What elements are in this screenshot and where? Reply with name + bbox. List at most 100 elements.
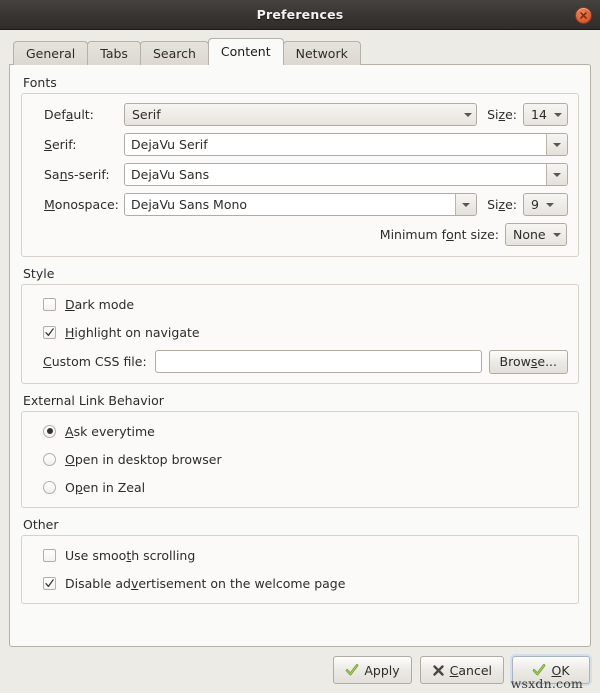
chevron-down-icon	[553, 143, 561, 147]
default-font-value: Serif	[132, 107, 464, 122]
tab-search[interactable]: Search	[140, 41, 209, 65]
minimum-font-size-row: Minimum font size: None	[32, 222, 568, 247]
apply-button-label: Apply	[364, 663, 399, 678]
chevron-down-icon	[546, 203, 554, 207]
content-tab-panel: Fonts Default: Serif Size: 14	[9, 64, 591, 647]
monospace-size-label: Size:	[487, 197, 517, 212]
external-link-behavior-group: External Link Behavior Ask everytime Ope…	[21, 393, 579, 508]
other-group-frame: Use smooth scrolling Disable advertiseme…	[21, 535, 579, 604]
radio-ask-everytime-row[interactable]: Ask everytime	[32, 420, 568, 442]
tab-tabs[interactable]: Tabs	[87, 41, 141, 65]
highlight-on-navigate-label: Highlight on navigate	[65, 325, 200, 340]
close-glyph	[579, 11, 588, 20]
mnemonic: O	[65, 452, 75, 467]
disable-advertisement-label: Disable advertisement on the welcome pag…	[65, 576, 345, 591]
monospace-font-row: Monospace: DejaVu Sans Mono Size: 9	[32, 192, 568, 217]
monospace-size-value: 9	[531, 197, 539, 212]
mnemonic: n	[60, 167, 68, 182]
radio-ask-everytime[interactable]	[43, 425, 56, 438]
serif-font-dropdown-button[interactable]	[546, 134, 567, 155]
other-group: Other Use smooth scrolling Disable adver…	[21, 517, 579, 604]
sans-serif-font-value[interactable]: DejaVu Sans	[125, 164, 546, 185]
tab-content[interactable]: Content	[208, 38, 284, 65]
monospace-font-label: Monospace:	[32, 197, 124, 212]
default-font-row: Default: Serif Size: 14	[32, 102, 568, 127]
mnemonic: M	[44, 197, 55, 212]
window-title: Preferences	[257, 7, 344, 22]
external-link-group-title: External Link Behavior	[23, 393, 579, 408]
sans-serif-font-combo[interactable]: DejaVu Sans	[124, 163, 568, 186]
disable-advertisement-checkbox[interactable]	[43, 577, 56, 590]
default-font-label: Default:	[32, 107, 124, 122]
dialog-button-bar: Apply Cancel OK wsxdn.com	[0, 647, 600, 693]
smooth-scrolling-row[interactable]: Use smooth scrolling	[32, 544, 568, 566]
monospace-font-dropdown-button[interactable]	[455, 194, 476, 215]
dark-mode-row[interactable]: Dark mode	[32, 293, 568, 315]
watermark: wsxdn.com	[511, 676, 583, 691]
chevron-down-icon	[553, 233, 561, 237]
apply-button[interactable]: Apply	[333, 656, 411, 684]
mnemonic: p	[75, 480, 83, 495]
mnemonic: D	[65, 297, 75, 312]
custom-css-label: Custom CSS file:	[43, 354, 147, 369]
check-icon	[532, 663, 546, 677]
close-icon[interactable]	[575, 7, 592, 24]
mnemonic: H	[65, 325, 74, 340]
smooth-scrolling-checkbox[interactable]	[43, 549, 56, 562]
external-link-group-frame: Ask everytime Open in desktop browser Op…	[21, 411, 579, 508]
mnemonic: z	[499, 107, 506, 122]
minimum-font-size-label: Minimum font size:	[380, 227, 499, 242]
disable-advertisement-row[interactable]: Disable advertisement on the welcome pag…	[32, 572, 568, 594]
radio-open-desktop-browser-label: Open in desktop browser	[65, 452, 222, 467]
check-icon	[44, 327, 55, 338]
serif-font-combo[interactable]: DejaVu Serif	[124, 133, 568, 156]
mnemonic: s	[531, 354, 538, 369]
minimum-font-size-combo[interactable]: None	[505, 223, 567, 246]
monospace-font-value[interactable]: DejaVu Sans Mono	[125, 194, 455, 215]
default-font-combo[interactable]: Serif	[124, 103, 477, 126]
fonts-group: Fonts Default: Serif Size: 14	[21, 75, 579, 257]
serif-font-label: Serif:	[32, 137, 124, 152]
highlight-on-navigate-checkbox[interactable]	[43, 326, 56, 339]
serif-font-row: Serif: DejaVu Serif	[32, 132, 568, 157]
tab-general[interactable]: General	[13, 41, 88, 65]
tab-bar: General Tabs Search Content Network	[9, 38, 591, 65]
browse-button[interactable]: Browse...	[489, 350, 568, 374]
default-size-value: 14	[531, 107, 547, 122]
chevron-down-icon	[553, 173, 561, 177]
mnemonic: C	[450, 663, 459, 678]
radio-ask-everytime-label: Ask everytime	[65, 424, 155, 439]
default-size-combo[interactable]: 14	[523, 103, 568, 126]
custom-css-input[interactable]	[155, 350, 482, 373]
monospace-size-combo[interactable]: 9	[523, 193, 568, 216]
style-group: Style Dark mode Highlight on navigate	[21, 266, 579, 384]
content-area: General Tabs Search Content Network Font…	[0, 30, 600, 647]
radio-open-desktop-browser[interactable]	[43, 453, 56, 466]
radio-open-in-zeal[interactable]	[43, 481, 56, 494]
check-icon	[44, 578, 55, 589]
cancel-button[interactable]: Cancel	[420, 656, 504, 684]
dark-mode-checkbox[interactable]	[43, 298, 56, 311]
preferences-window: Preferences General Tabs Search Content …	[0, 0, 600, 693]
tab-network[interactable]: Network	[283, 41, 361, 65]
other-group-title: Other	[23, 517, 579, 532]
style-group-frame: Dark mode Highlight on navigate Custom C…	[21, 284, 579, 384]
serif-font-value[interactable]: DejaVu Serif	[125, 134, 546, 155]
chevron-down-icon	[464, 113, 472, 117]
mnemonic: v	[131, 576, 138, 591]
mnemonic: A	[65, 424, 74, 439]
dark-mode-label: Dark mode	[65, 297, 134, 312]
cross-icon	[432, 664, 445, 677]
mnemonic: a	[66, 107, 74, 122]
custom-css-row: Custom CSS file: Browse...	[32, 349, 568, 374]
cancel-button-label: Cancel	[450, 663, 492, 678]
smooth-scrolling-label: Use smooth scrolling	[65, 548, 195, 563]
check-icon	[345, 663, 359, 677]
sans-serif-font-dropdown-button[interactable]	[546, 164, 567, 185]
monospace-font-combo[interactable]: DejaVu Sans Mono	[124, 193, 477, 216]
highlight-on-navigate-row[interactable]: Highlight on navigate	[32, 321, 568, 343]
sans-serif-font-row: Sans-serif: DejaVu Sans	[32, 162, 568, 187]
radio-open-in-zeal-row[interactable]: Open in Zeal	[32, 476, 568, 498]
fonts-group-frame: Default: Serif Size: 14 Serif:	[21, 93, 579, 257]
radio-open-desktop-browser-row[interactable]: Open in desktop browser	[32, 448, 568, 470]
